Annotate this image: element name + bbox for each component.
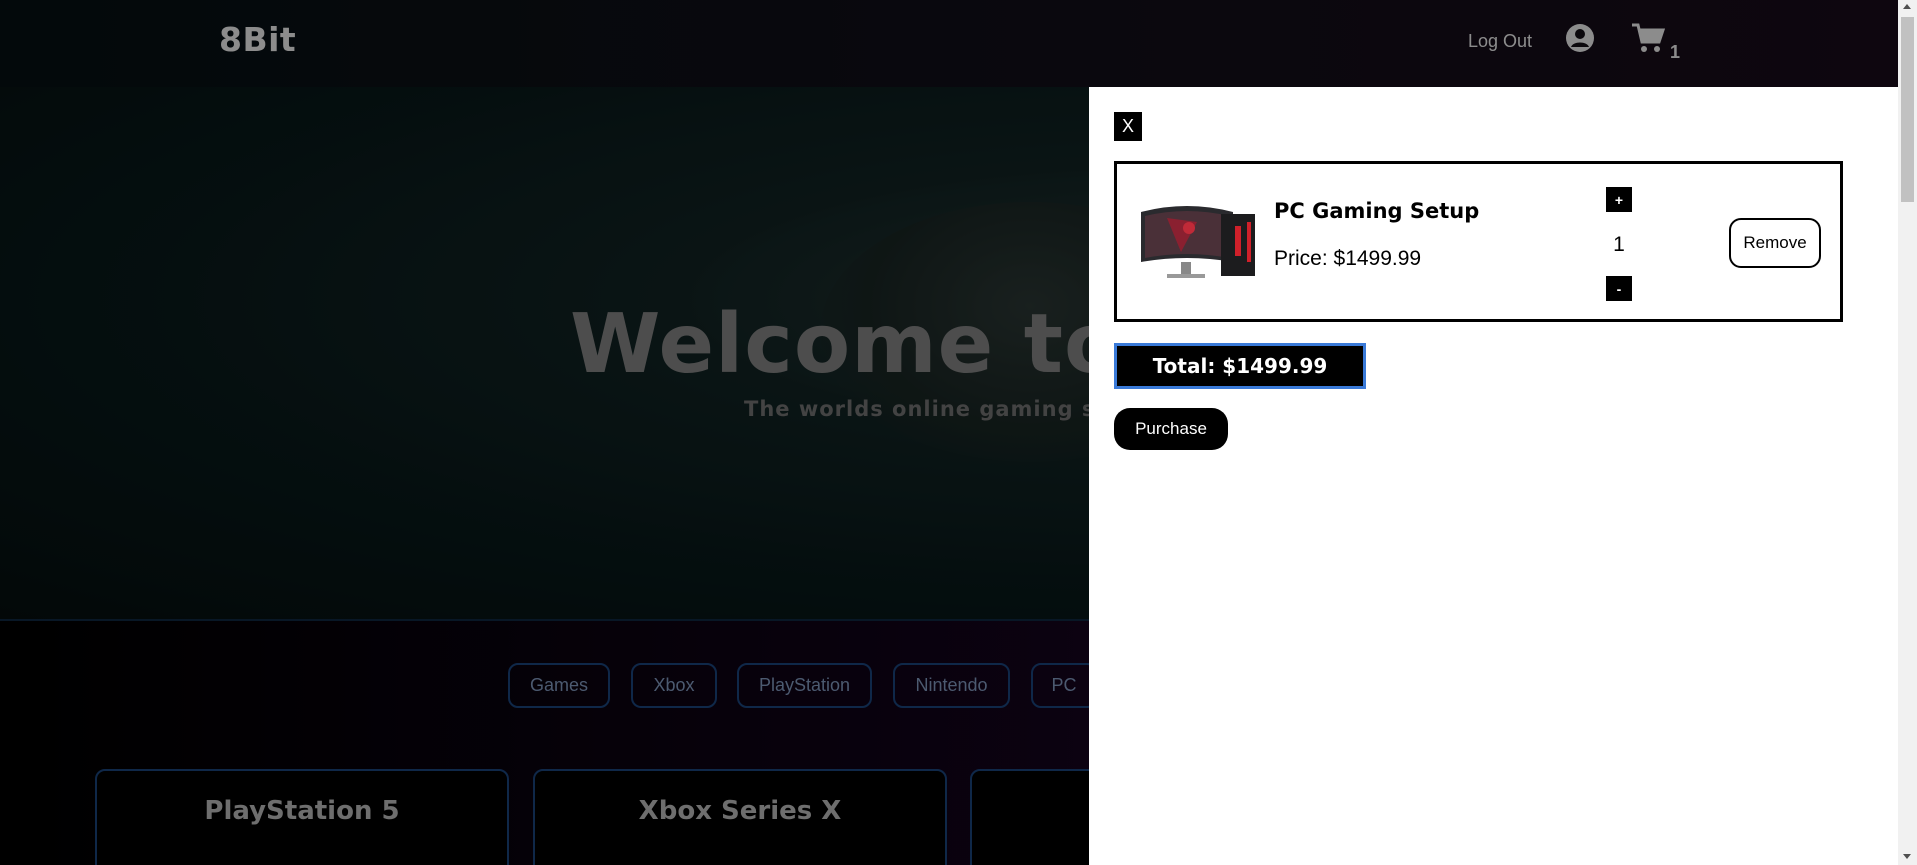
remove-item-button[interactable]: Remove [1729,218,1821,268]
cart-item-price: Price: $1499.99 [1274,247,1422,270]
purchase-button[interactable]: Purchase [1114,408,1228,450]
cart-total: Total: $1499.99 [1114,343,1366,389]
close-cart-button[interactable]: X [1114,112,1142,141]
quantity-value: 1 [1613,233,1625,256]
cart-drawer: X PC Gaming Setup Price: $1499.99 + 1 - … [1089,87,1898,865]
product-image [1137,198,1263,286]
scroll-down-arrow-icon[interactable] [1903,854,1911,859]
scrollbar-thumb[interactable] [1901,17,1914,202]
cart-item-name: PC Gaming Setup [1274,199,1480,223]
increase-quantity-button[interactable]: + [1606,187,1632,212]
vertical-scrollbar[interactable] [1898,0,1917,865]
scroll-up-arrow-icon[interactable] [1903,4,1911,9]
decrease-quantity-button[interactable]: - [1606,276,1632,301]
cart-item: PC Gaming Setup Price: $1499.99 + 1 - Re… [1114,161,1843,322]
